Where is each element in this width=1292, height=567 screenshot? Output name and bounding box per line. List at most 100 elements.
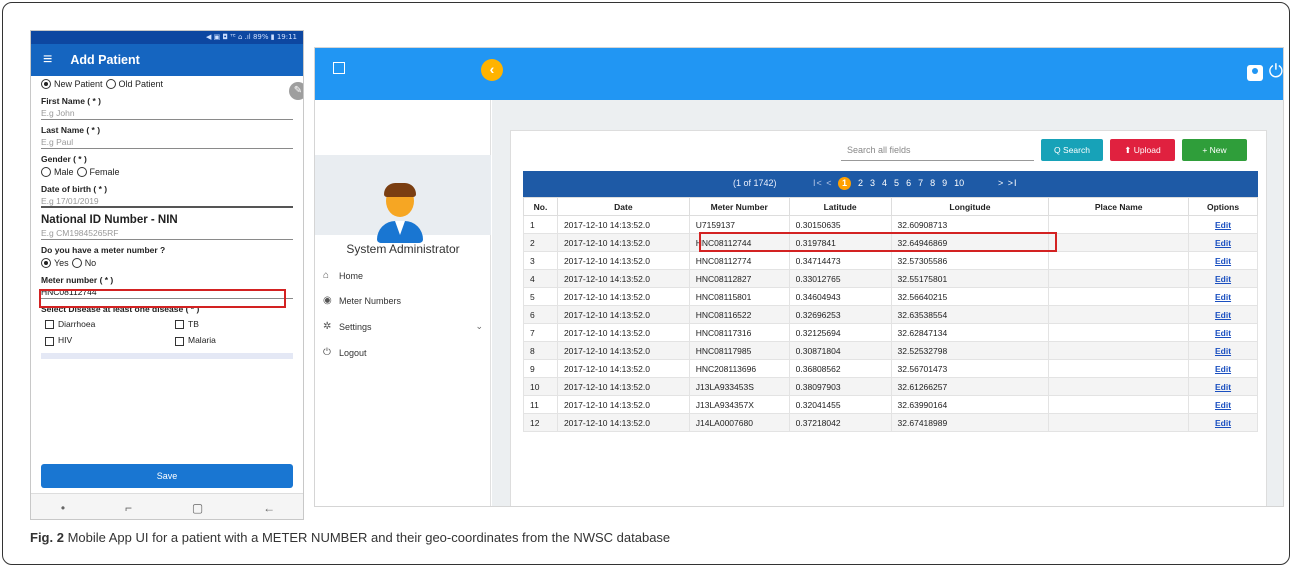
sidebar-item-label: Home — [339, 270, 364, 281]
edit-link[interactable]: Edit — [1188, 287, 1258, 306]
edit-link[interactable]: Edit — [1188, 341, 1258, 360]
no-radio[interactable] — [71, 257, 82, 268]
page-button[interactable]: 6 — [906, 177, 911, 190]
column-header[interactable]: No. — [523, 197, 558, 216]
disease-option[interactable]: Diarrhoea — [45, 319, 175, 330]
page-numbers: 1 2 3 4 5 6 7 8 9 10 — [838, 177, 964, 190]
dob-field[interactable]: E.g 17/01/2019 — [41, 194, 293, 208]
edit-link[interactable]: Edit — [1188, 305, 1258, 324]
edit-pencil-icon[interactable]: ✎ — [289, 82, 303, 100]
new-button[interactable]: + New — [1182, 139, 1247, 161]
table-row[interactable]: 3 2017-12-10 14:13:52.0 HNC08112774 0.34714… — [523, 251, 1258, 270]
search-input[interactable]: Search all fields — [841, 139, 1034, 161]
page-button[interactable]: 9 — [942, 177, 947, 190]
edit-link[interactable]: Edit — [1188, 377, 1258, 396]
table-cell: 32.52532798 — [890, 341, 1050, 360]
table-cell — [1048, 341, 1190, 360]
column-header[interactable]: Meter Number — [688, 197, 790, 216]
old-patient-radio[interactable] — [105, 78, 116, 89]
table-cell: HNC08116522 — [688, 305, 790, 324]
sidebar-item-meter-numbers[interactable]: ◉ Meter Numbers — [323, 295, 483, 306]
upload-button[interactable]: ⬆ Upload — [1110, 139, 1175, 161]
table-row[interactable]: 9 2017-12-10 14:13:52.0 HNC208113696 0.3680… — [523, 359, 1258, 378]
sidebar-item-settings[interactable]: ✲ Settings ⌄ — [323, 321, 483, 332]
first-name-field[interactable]: E.g John — [41, 106, 293, 120]
table-cell: 12 — [523, 413, 558, 432]
edit-link[interactable]: Edit — [1188, 413, 1258, 432]
column-header[interactable]: Place Name — [1048, 197, 1190, 216]
checkbox[interactable] — [175, 320, 184, 330]
back-icon[interactable]: ← — [263, 501, 275, 515]
disease-option[interactable]: HIV — [45, 335, 175, 346]
table-cell: 3 — [523, 251, 558, 270]
edit-link[interactable]: Edit — [1188, 359, 1258, 378]
table-cell: J14LA0007680 — [688, 413, 790, 432]
gear-icon: ✲ — [323, 321, 332, 332]
sidebar-item-home[interactable]: ⌂ Home — [323, 270, 483, 281]
app-bar: ≡ Add Patient — [31, 44, 303, 76]
page-button[interactable]: 4 — [882, 177, 887, 190]
table-cell: HNC08117985 — [688, 341, 790, 360]
table-cell — [1048, 269, 1190, 288]
disease-option[interactable]: Malaria — [175, 335, 285, 346]
profile-banner — [315, 155, 491, 243]
nav-dot-icon[interactable]: • — [61, 501, 65, 515]
disease-option[interactable]: TB — [175, 319, 285, 330]
column-header[interactable]: Options — [1188, 197, 1258, 216]
male-radio[interactable] — [41, 166, 51, 177]
user-profile-icon[interactable] — [1247, 65, 1263, 81]
table-row[interactable]: 7 2017-12-10 14:13:52.0 HNC08117316 0.32125… — [523, 323, 1258, 342]
table-cell: 32.56701473 — [890, 359, 1050, 378]
page-button[interactable]: 2 — [858, 177, 863, 190]
female-radio[interactable] — [76, 166, 87, 177]
checkbox[interactable] — [45, 320, 54, 330]
mobile-app: ◀ ▣ ◘ ᵀᴱ ⌂ .ıl 89% ▮ 19:11 ≡ Add Patient… — [30, 30, 304, 520]
globe-icon: ◉ — [323, 295, 332, 306]
table-row[interactable]: 10 2017-12-10 14:13:52.0 J13LA933453S 0.380… — [523, 377, 1258, 396]
nin-field[interactable]: E.g CM19845265RF — [41, 226, 293, 240]
first-prev-page-button[interactable]: I< < — [813, 178, 833, 188]
column-header[interactable]: Longitude — [890, 197, 1050, 216]
page-button[interactable]: 8 — [930, 177, 935, 190]
edit-link[interactable]: Edit — [1188, 233, 1258, 252]
table-row[interactable]: 5 2017-12-10 14:13:52.0 HNC08115801 0.34604… — [523, 287, 1258, 306]
page-button[interactable]: 5 — [894, 177, 899, 190]
page-button-current[interactable]: 1 — [838, 177, 851, 190]
sidebar-item-logout[interactable]: ⏻ Logout — [323, 347, 483, 358]
row-highlight — [699, 232, 1057, 252]
table-cell: 32.62847134 — [890, 323, 1050, 342]
table-row[interactable]: 6 2017-12-10 14:13:52.0 HNC08116522 0.32696… — [523, 305, 1258, 324]
table-row[interactable]: 12 2017-12-10 14:13:52.0 J14LA0007680 0.372… — [523, 413, 1258, 432]
table-row[interactable]: 11 2017-12-10 14:13:52.0 J13LA934357X 0.320… — [523, 395, 1258, 414]
yes-radio[interactable] — [41, 257, 51, 268]
edit-link[interactable]: Edit — [1188, 215, 1258, 234]
home-icon[interactable]: ▢ — [192, 501, 203, 515]
next-last-page-button[interactable]: > >I — [998, 178, 1018, 188]
table-row[interactable]: 8 2017-12-10 14:13:52.0 HNC08117985 0.30871… — [523, 341, 1258, 360]
recent-apps-icon[interactable]: ⌐ — [125, 501, 132, 515]
page-button[interactable]: 7 — [918, 177, 923, 190]
table-row[interactable]: 1 2017-12-10 14:13:52.0 U7159137 0.30150635… — [523, 215, 1258, 234]
table-cell: 1 — [523, 215, 558, 234]
page-button[interactable]: 3 — [870, 177, 875, 190]
home-icon: ⌂ — [323, 270, 330, 281]
search-button[interactable]: Q Search — [1041, 139, 1103, 161]
menu-icon[interactable]: ≡ — [43, 51, 52, 69]
edit-link[interactable]: Edit — [1188, 323, 1258, 342]
table-row[interactable]: 4 2017-12-10 14:13:52.0 HNC08112827 0.33012… — [523, 269, 1258, 288]
column-header[interactable]: Date — [556, 197, 690, 216]
column-header[interactable]: Latitude — [788, 197, 892, 216]
checkbox[interactable] — [175, 336, 184, 346]
collapse-sidebar-icon[interactable]: ‹ — [481, 59, 503, 81]
last-name-field[interactable]: E.g Paul — [41, 135, 293, 149]
edit-link[interactable]: Edit — [1188, 269, 1258, 288]
save-button[interactable]: Save — [41, 464, 293, 488]
edit-link[interactable]: Edit — [1188, 251, 1258, 270]
checkbox[interactable] — [45, 336, 54, 346]
edit-link[interactable]: Edit — [1188, 395, 1258, 414]
page-button[interactable]: 10 — [954, 177, 964, 190]
table-cell: 2017-12-10 14:13:52.0 — [556, 413, 690, 432]
table-cell: 2017-12-10 14:13:52.0 — [556, 305, 690, 324]
power-icon[interactable]: ⏻ — [1269, 61, 1283, 82]
new-patient-radio[interactable] — [41, 78, 51, 89]
